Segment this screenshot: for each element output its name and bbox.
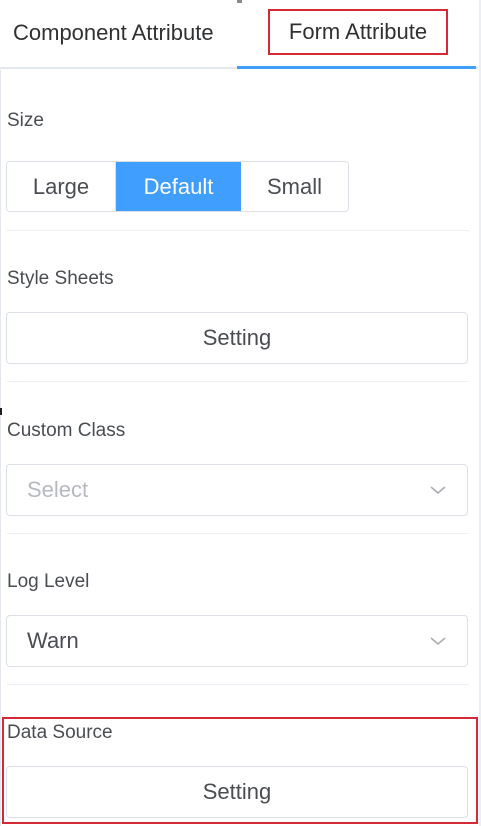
section-divider [7, 533, 469, 534]
style-sheets-label: Style Sheets [7, 268, 114, 289]
tab-form-attribute[interactable]: Form Attribute [268, 9, 448, 55]
data-source-highlight [2, 717, 478, 824]
log-level-value: Warn [27, 628, 79, 653]
size-label: Size [7, 110, 44, 131]
custom-class-select[interactable]: Select [6, 464, 468, 516]
size-option-large[interactable]: Large [7, 162, 116, 211]
size-option-small[interactable]: Small [241, 162, 348, 211]
form-attribute-panel: Component Attribute Form Attribute Size … [0, 0, 481, 826]
attribute-tabs: Component Attribute Form Attribute [0, 0, 478, 70]
size-option-default[interactable]: Default [116, 162, 241, 211]
size-radio-group: Large Default Small [6, 161, 349, 212]
custom-class-placeholder: Select [27, 477, 89, 502]
section-divider [7, 684, 469, 685]
custom-class-label: Custom Class [7, 420, 126, 441]
active-tab-indicator [237, 66, 476, 69]
chevron-down-icon [430, 637, 446, 646]
edge-mark [0, 408, 2, 415]
section-divider [7, 381, 469, 382]
style-sheets-setting-button[interactable]: Setting [6, 312, 468, 364]
log-level-label: Log Level [7, 571, 90, 592]
panel-left-border [0, 70, 1, 826]
chevron-down-icon [430, 486, 446, 495]
tab-component-attribute[interactable]: Component Attribute [13, 0, 214, 66]
log-level-select[interactable]: Warn [6, 615, 468, 667]
section-divider [7, 230, 469, 231]
